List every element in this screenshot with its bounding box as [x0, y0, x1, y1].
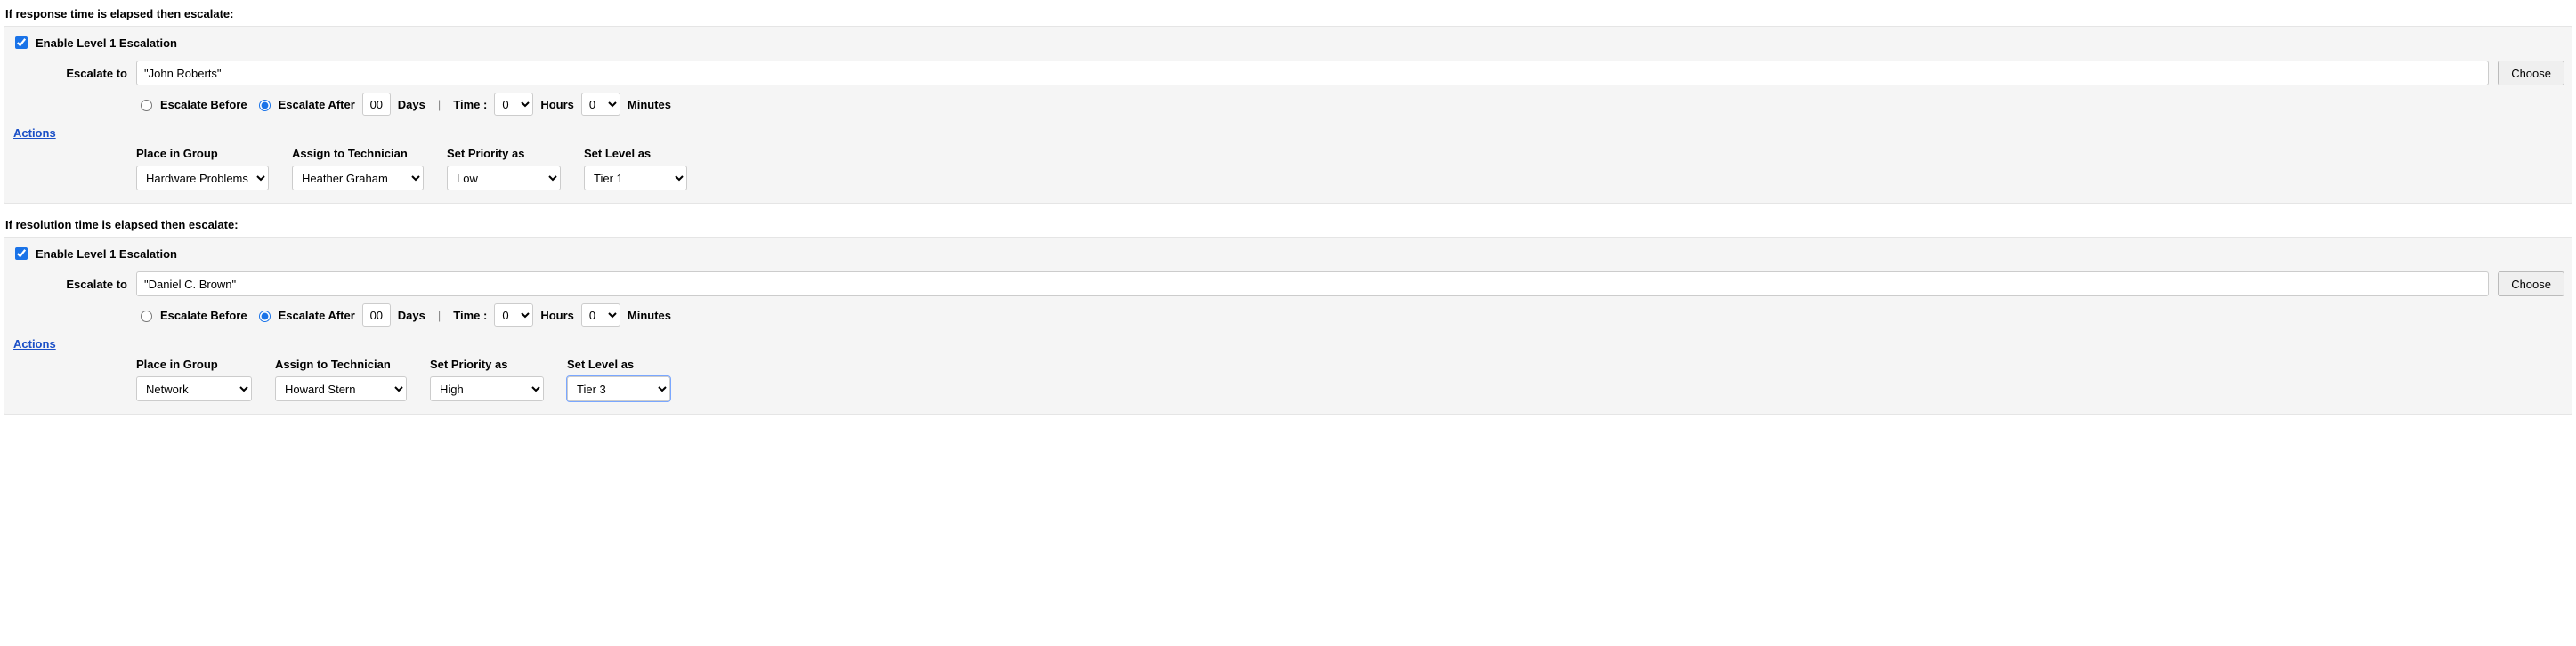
response-escalate-before-radio[interactable]: [141, 100, 152, 111]
resolution-group-label: Place in Group: [136, 358, 252, 371]
response-tech-select[interactable]: Heather Graham: [292, 166, 424, 190]
resolution-enable-label: Enable Level 1 Escalation: [36, 247, 177, 261]
response-days-label: Days: [398, 98, 425, 111]
response-tech-label: Assign to Technician: [292, 147, 424, 160]
resolution-enable-checkbox[interactable]: [15, 247, 28, 260]
response-choose-button[interactable]: Choose: [2498, 61, 2564, 85]
resolution-actions-link[interactable]: Actions: [13, 337, 56, 351]
response-time-label: Time :: [453, 98, 487, 111]
resolution-panel: Enable Level 1 Escalation Escalate to Ch…: [4, 237, 2572, 415]
resolution-tech-label: Assign to Technician: [275, 358, 407, 371]
resolution-time-label: Time :: [453, 309, 487, 322]
response-hours-label: Hours: [540, 98, 574, 111]
response-escalate-to-label: Escalate to: [12, 67, 127, 80]
response-priority-select[interactable]: Low: [447, 166, 561, 190]
resolution-group-select[interactable]: Network: [136, 376, 252, 401]
resolution-hours-label: Hours: [540, 309, 574, 322]
response-enable-label: Enable Level 1 Escalation: [36, 36, 177, 50]
resolution-choose-button[interactable]: Choose: [2498, 271, 2564, 296]
resolution-level-label: Set Level as: [567, 358, 670, 371]
response-group-label: Place in Group: [136, 147, 269, 160]
resolution-priority-select[interactable]: High: [430, 376, 544, 401]
response-level-label: Set Level as: [584, 147, 687, 160]
response-escalate-before-label: Escalate Before: [160, 98, 247, 111]
resolution-escalate-to-input[interactable]: [136, 271, 2489, 296]
response-level-select[interactable]: Tier 1: [584, 166, 687, 190]
resolution-escalate-before-label: Escalate Before: [160, 309, 247, 322]
resolution-escalate-to-label: Escalate to: [12, 278, 127, 291]
response-minutes-select[interactable]: 0: [581, 93, 620, 116]
response-hours-select[interactable]: 0: [494, 93, 533, 116]
response-escalate-after-label: Escalate After: [279, 98, 355, 111]
resolution-hours-select[interactable]: 0: [494, 303, 533, 327]
response-priority-label: Set Priority as: [447, 147, 561, 160]
resolution-separator: |: [433, 309, 446, 322]
response-panel: Enable Level 1 Escalation Escalate to Ch…: [4, 26, 2572, 204]
response-days-input[interactable]: [362, 93, 391, 116]
response-group-select[interactable]: Hardware Problems: [136, 166, 269, 190]
response-minutes-label: Minutes: [628, 98, 671, 111]
response-section-title: If response time is elapsed then escalat…: [5, 7, 2572, 20]
resolution-days-input[interactable]: [362, 303, 391, 327]
resolution-minutes-label: Minutes: [628, 309, 671, 322]
response-enable-checkbox[interactable]: [15, 36, 28, 49]
resolution-priority-label: Set Priority as: [430, 358, 544, 371]
resolution-escalate-after-radio[interactable]: [259, 311, 271, 322]
resolution-level-select[interactable]: Tier 3: [567, 376, 670, 401]
response-separator: |: [433, 98, 446, 111]
resolution-section-title: If resolution time is elapsed then escal…: [5, 218, 2572, 231]
resolution-days-label: Days: [398, 309, 425, 322]
response-actions-link[interactable]: Actions: [13, 126, 56, 140]
resolution-escalate-after-label: Escalate After: [279, 309, 355, 322]
resolution-minutes-select[interactable]: 0: [581, 303, 620, 327]
response-escalate-to-input[interactable]: [136, 61, 2489, 85]
resolution-tech-select[interactable]: Howard Stern: [275, 376, 407, 401]
resolution-escalate-before-radio[interactable]: [141, 311, 152, 322]
response-escalate-after-radio[interactable]: [259, 100, 271, 111]
